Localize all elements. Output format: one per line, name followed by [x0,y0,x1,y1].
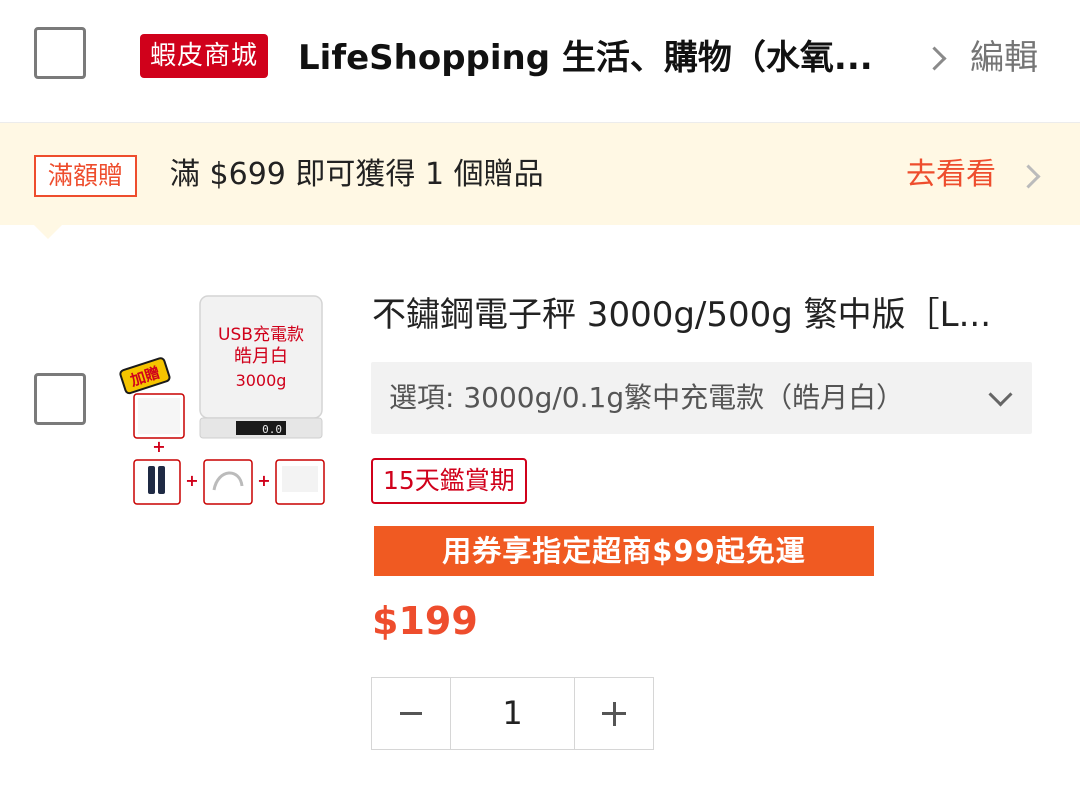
svg-text:+: + [152,437,165,456]
promo-text: 滿 $699 即可獲得 1 個贈品 [170,157,544,192]
variation-select[interactable]: 選項: 3000g/0.1g繁中充電款（皓月白） [371,362,1032,434]
increase-quantity-button[interactable] [575,678,653,749]
scale-display-text: 0.0 [262,423,282,436]
mall-badge: 蝦皮商城 [140,34,269,78]
quantity-value[interactable]: 1 [450,678,575,749]
decrease-quantity-button[interactable] [372,678,450,749]
promo-tag: 滿額贈 [34,155,138,197]
shipping-voucher-banner: 用券享指定超商$99起免運 [374,526,874,576]
product-name[interactable]: 不鏽鋼電子秤 3000g/500g 繁中版［L... [372,290,1042,340]
product-thumbnail[interactable]: 0.0 USB充電款 皓月白 3000g 加贈 + + + [114,290,344,520]
promo-chevron-right-icon[interactable] [1016,164,1041,189]
shop-name[interactable]: LifeShopping 生活、購物（水氧... [298,34,888,82]
shop-select-checkbox[interactable] [34,27,86,79]
image-color-label: 皓月白 [234,346,288,367]
product-select-checkbox[interactable] [34,373,86,425]
promo-pointer [34,225,62,239]
image-usb-label: USB充電款 [218,325,304,345]
product-price: $199 [372,599,478,643]
minus-icon [400,712,422,715]
svg-text:+: + [185,471,198,490]
svg-text:+: + [257,471,270,490]
product-image: 0.0 USB充電款 皓月白 3000g 加贈 + + + [119,295,325,505]
image-weight-label: 3000g [236,371,287,390]
shop-chevron-right-icon[interactable] [922,46,947,71]
promo-banner[interactable]: 滿額贈 滿 $699 即可獲得 1 個贈品 去看看 [0,123,1080,225]
trial-period-tag: 15天鑑賞期 [371,458,527,504]
edit-button[interactable]: 編輯 [970,34,1038,82]
variation-text: 選項: 3000g/0.1g繁中充電款（皓月白） [389,381,905,414]
quantity-stepper: 1 [371,677,654,750]
promo-view-link[interactable]: 去看看 [906,153,996,197]
shop-header: 蝦皮商城 LifeShopping 生活、購物（水氧... 編輯 [0,0,1080,123]
plus-icon [602,701,626,726]
